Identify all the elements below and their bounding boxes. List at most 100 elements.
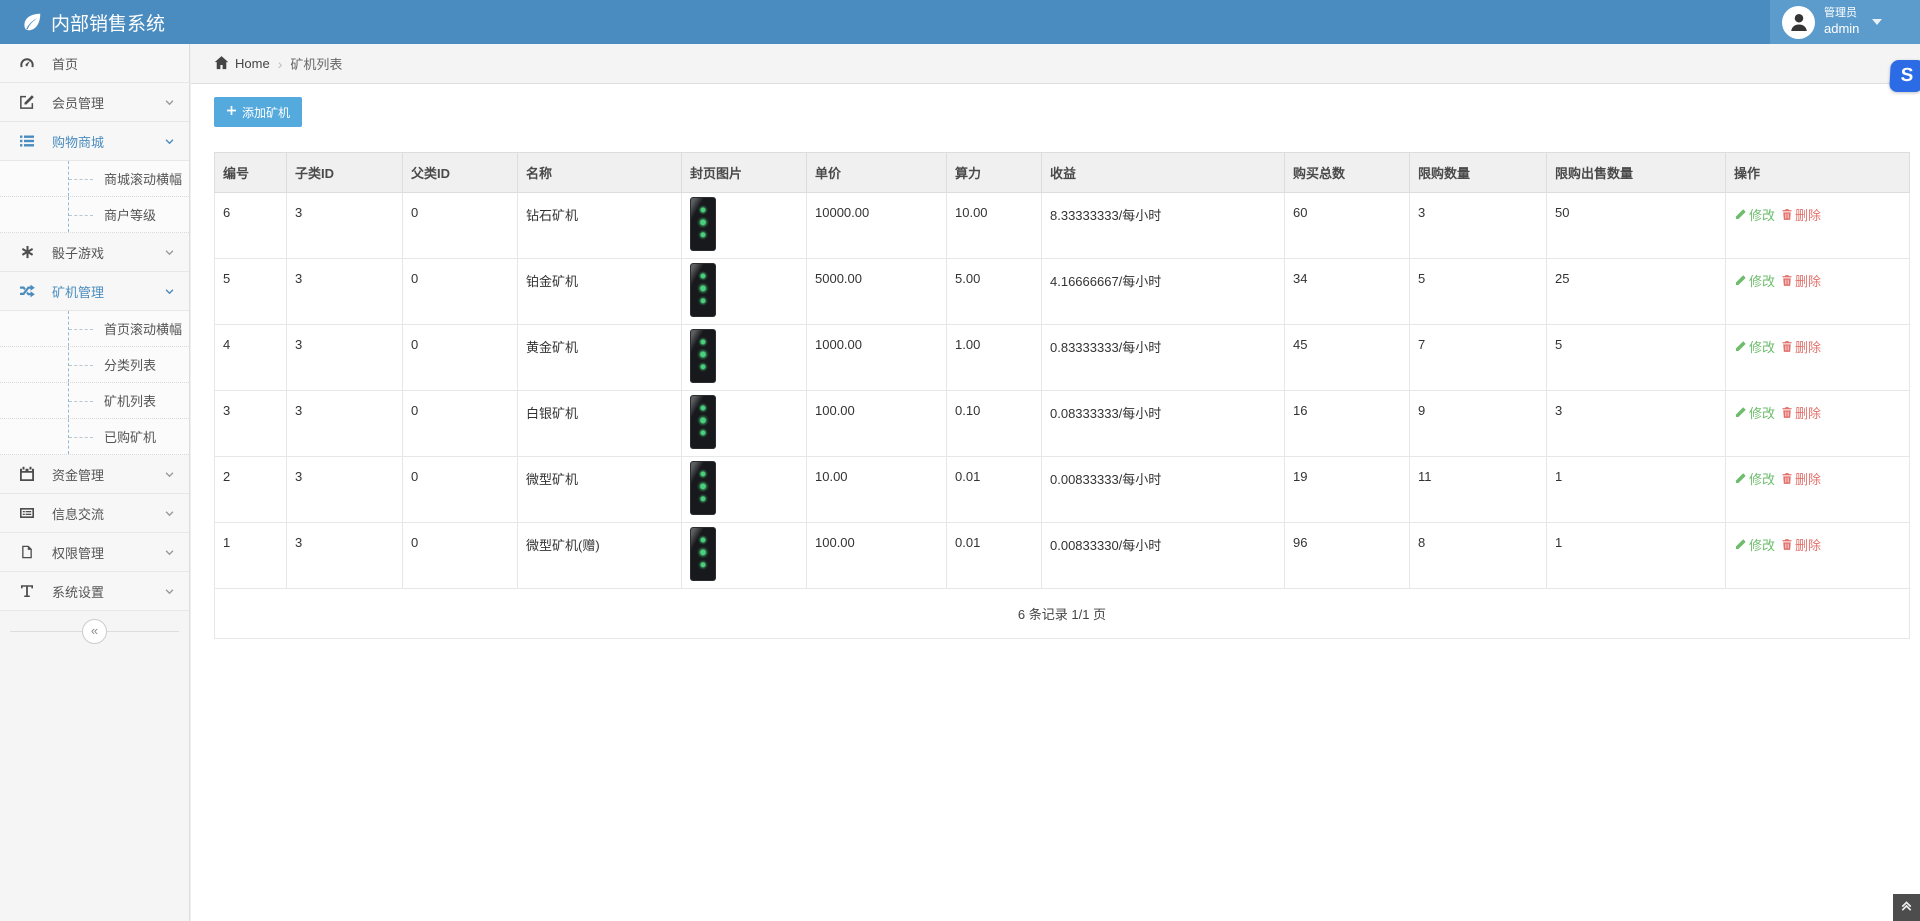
sidebar-subitem-home-banner[interactable]: 首页滚动横幅: [0, 311, 189, 347]
sidebar-subitem-miner-list[interactable]: 矿机列表: [0, 383, 189, 419]
cell-sub-id: 3: [287, 193, 403, 259]
trash-icon: [1781, 340, 1793, 353]
miner-product-image: [690, 197, 716, 251]
cell-name: 微型矿机(赠): [518, 523, 682, 589]
delete-link[interactable]: 删除: [1781, 271, 1821, 290]
pencil-icon: [1734, 406, 1747, 419]
cell-sub-id: 3: [287, 325, 403, 391]
add-miner-label: 添加矿机: [242, 104, 290, 121]
cell-income: 0.00833333/每小时: [1042, 457, 1285, 523]
cell-limit-buy: 11: [1410, 457, 1547, 523]
delete-link[interactable]: 删除: [1781, 337, 1821, 356]
table-row: 630钻石矿机10000.0010.008.33333333/每小时60350修…: [215, 193, 1910, 259]
edit-link[interactable]: 修改: [1734, 535, 1775, 554]
shuffle-icon: [18, 283, 36, 299]
miner-table: 编号子类ID父类ID名称封页图片单价算力收益购买总数限购数量限购出售数量操作 6…: [214, 152, 1910, 639]
cell-sub-id: 3: [287, 391, 403, 457]
sidebar-item-settings[interactable]: 系统设置: [0, 572, 189, 611]
edit-link[interactable]: 修改: [1734, 271, 1775, 290]
sidebar-item-dice-game[interactable]: 骰子游戏: [0, 233, 189, 272]
text-icon: [18, 583, 36, 599]
cell-power: 10.00: [947, 193, 1042, 259]
sidebar-item-label: 系统设置: [52, 582, 104, 601]
home-icon: [214, 55, 229, 73]
cell-power: 0.01: [947, 523, 1042, 589]
sidebar-menu: 首页会员管理购物商城商城滚动横幅商户等级骰子游戏矿机管理首页滚动横幅分类列表矿机…: [0, 44, 189, 611]
sidebar-item-miner-manage[interactable]: 矿机管理: [0, 272, 189, 311]
cell-operations: 修改删除: [1726, 325, 1910, 391]
column-header: 操作: [1726, 153, 1910, 193]
sidebar-item-label: 矿机管理: [52, 282, 104, 301]
cell-power: 0.10: [947, 391, 1042, 457]
sidebar-subitem-mall-banner[interactable]: 商城滚动横幅: [0, 161, 189, 197]
edit-link[interactable]: 修改: [1734, 205, 1775, 224]
sidebar-item-permissions[interactable]: 权限管理: [0, 533, 189, 572]
sidebar-item-messages[interactable]: 信息交流: [0, 494, 189, 533]
pencil-icon: [1734, 208, 1747, 221]
miner-table-header-row: 编号子类ID父类ID名称封页图片单价算力收益购买总数限购数量限购出售数量操作: [215, 153, 1910, 193]
sidebar-collapse-button[interactable]: «: [82, 619, 107, 644]
delete-link[interactable]: 删除: [1781, 535, 1821, 554]
cell-cover-image: [682, 391, 807, 457]
delete-link[interactable]: 删除: [1781, 469, 1821, 488]
app-brand: 内部销售系统: [0, 9, 165, 36]
sidebar-item-label: 首页: [52, 54, 78, 73]
cell-income: 0.00833330/每小时: [1042, 523, 1285, 589]
pencil-icon: [1734, 340, 1747, 353]
add-miner-button[interactable]: 添加矿机: [214, 97, 302, 127]
miner-product-image: [690, 527, 716, 581]
extension-badge[interactable]: S: [1889, 60, 1920, 92]
breadcrumb-current: 矿机列表: [290, 54, 342, 73]
caret-down-icon: [1872, 19, 1882, 25]
pencil-icon: [1734, 472, 1747, 485]
cell-price: 100.00: [807, 523, 947, 589]
cell-parent-id: 0: [403, 259, 518, 325]
miner-product-image: [690, 263, 716, 317]
cell-operations: 修改删除: [1726, 391, 1910, 457]
delete-link[interactable]: 删除: [1781, 205, 1821, 224]
user-name: admin: [1824, 21, 1859, 37]
cell-power: 1.00: [947, 325, 1042, 391]
sidebar-item-label: 权限管理: [52, 543, 104, 562]
cell-limit-sell: 1: [1547, 523, 1726, 589]
asterisk-icon: [18, 245, 36, 260]
cell-price: 1000.00: [807, 325, 947, 391]
sidebar-subitem-category-list[interactable]: 分类列表: [0, 347, 189, 383]
sidebar-item-label: 骰子游戏: [52, 243, 104, 262]
column-header: 父类ID: [403, 153, 518, 193]
pencil-icon: [1734, 538, 1747, 551]
edit-link[interactable]: 修改: [1734, 337, 1775, 356]
user-role: 管理员: [1824, 7, 1859, 21]
sidebar-item-home[interactable]: 首页: [0, 44, 189, 83]
cell-name: 黄金矿机: [518, 325, 682, 391]
miner-product-image: [690, 329, 716, 383]
breadcrumb-home[interactable]: Home: [214, 55, 270, 73]
back-to-top-button[interactable]: [1893, 894, 1920, 921]
calendar-icon: [18, 466, 36, 482]
sidebar-item-members[interactable]: 会员管理: [0, 83, 189, 122]
sidebar-item-mall[interactable]: 购物商城: [0, 122, 189, 161]
cell-total-bought: 16: [1285, 391, 1410, 457]
cell-limit-buy: 5: [1410, 259, 1547, 325]
cell-name: 铂金矿机: [518, 259, 682, 325]
delete-link[interactable]: 删除: [1781, 403, 1821, 422]
page-body: 添加矿机 编号子类ID父类ID名称封页图片单价算力收益购买总数限购数量限购出售数…: [191, 84, 1920, 639]
cell-total-bought: 19: [1285, 457, 1410, 523]
sidebar-subitem-merchant-level[interactable]: 商户等级: [0, 197, 189, 233]
cell-sub-id: 3: [287, 259, 403, 325]
table-row: 430黄金矿机1000.001.000.83333333/每小时4575修改删除: [215, 325, 1910, 391]
cell-limit-sell: 50: [1547, 193, 1726, 259]
cell-price: 10.00: [807, 457, 947, 523]
column-header: 算力: [947, 153, 1042, 193]
chevron-down-icon: [164, 136, 175, 147]
cell-operations: 修改删除: [1726, 193, 1910, 259]
breadcrumb: Home › 矿机列表: [191, 44, 1920, 84]
edit-link[interactable]: 修改: [1734, 469, 1775, 488]
user-menu[interactable]: 管理员 admin: [1770, 0, 1920, 44]
sidebar-subitem-purchased-miners[interactable]: 已购矿机: [0, 419, 189, 455]
sidebar-item-funds[interactable]: 资金管理: [0, 455, 189, 494]
chevron-down-icon: [164, 97, 175, 108]
cell-id: 2: [215, 457, 287, 523]
edit-link[interactable]: 修改: [1734, 403, 1775, 422]
extension-badge-letter: S: [1900, 65, 1914, 87]
